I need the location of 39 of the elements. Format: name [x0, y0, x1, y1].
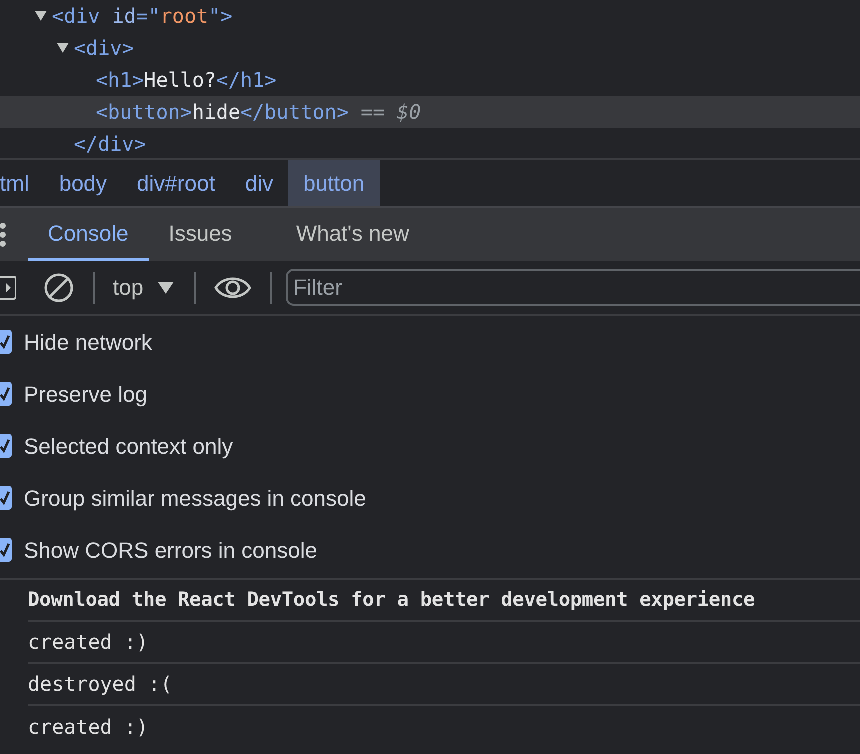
breadcrumb-item[interactable]: button: [288, 160, 380, 206]
node-markup: <h1>Hello?</h1>: [96, 67, 277, 94]
dropdown-triangle-icon: [158, 282, 174, 294]
checkmark-icon: [0, 335, 10, 349]
node-markup: </div>: [74, 131, 146, 158]
breadcrumb-item[interactable]: tml: [0, 160, 44, 206]
sidebar-toggle-icon[interactable]: [0, 274, 16, 300]
selected-node-row[interactable]: <button>hide</button> == $0: [0, 96, 860, 128]
setting-label: Group similar messages in console: [24, 484, 366, 513]
clear-console-icon[interactable]: [43, 272, 75, 304]
node-row[interactable]: <div id="root">: [0, 0, 860, 32]
console-message: created :): [28, 714, 148, 741]
setting-label: Show CORS errors in console: [24, 536, 318, 564]
node-row[interactable]: <h1>Hello?</h1>: [0, 64, 860, 96]
setting-label: Preserve log: [24, 380, 148, 409]
console-message: destroyed :(: [28, 671, 172, 698]
drawer-tab[interactable]: Issues: [148, 208, 252, 261]
setting-label: Selected context only: [24, 432, 234, 461]
checkmark-icon: [0, 387, 10, 401]
console-message: Download the React DevTools for a better development experience: [28, 587, 756, 614]
breadcrumb-item[interactable]: div: [230, 160, 288, 206]
node-markup: <div>: [74, 35, 134, 62]
setting-label: Hide network: [24, 328, 152, 356]
node-markup: <div id="root">: [52, 3, 233, 30]
expand-triangle-icon[interactable]: [56, 42, 70, 54]
node-row[interactable]: <div>: [0, 32, 860, 64]
expand-triangle-icon[interactable]: [34, 10, 48, 22]
breadcrumb-item[interactable]: body: [44, 160, 122, 206]
checkmark-icon: [0, 439, 10, 453]
breadcrumb-item[interactable]: div#root: [122, 160, 230, 206]
checkmark-icon: [0, 491, 10, 505]
more-options-icon[interactable]: [0, 222, 8, 248]
node-markup: <button>hide</button> == $0: [96, 99, 422, 126]
filter-field[interactable]: Filter: [286, 269, 860, 306]
drawer-tab[interactable]: Console: [28, 208, 149, 261]
checkmark-icon: [0, 543, 10, 557]
context-dropdown[interactable]: top: [113, 271, 174, 304]
drawer-tab[interactable]: What's new: [276, 208, 430, 261]
console-message: created :): [28, 629, 148, 656]
